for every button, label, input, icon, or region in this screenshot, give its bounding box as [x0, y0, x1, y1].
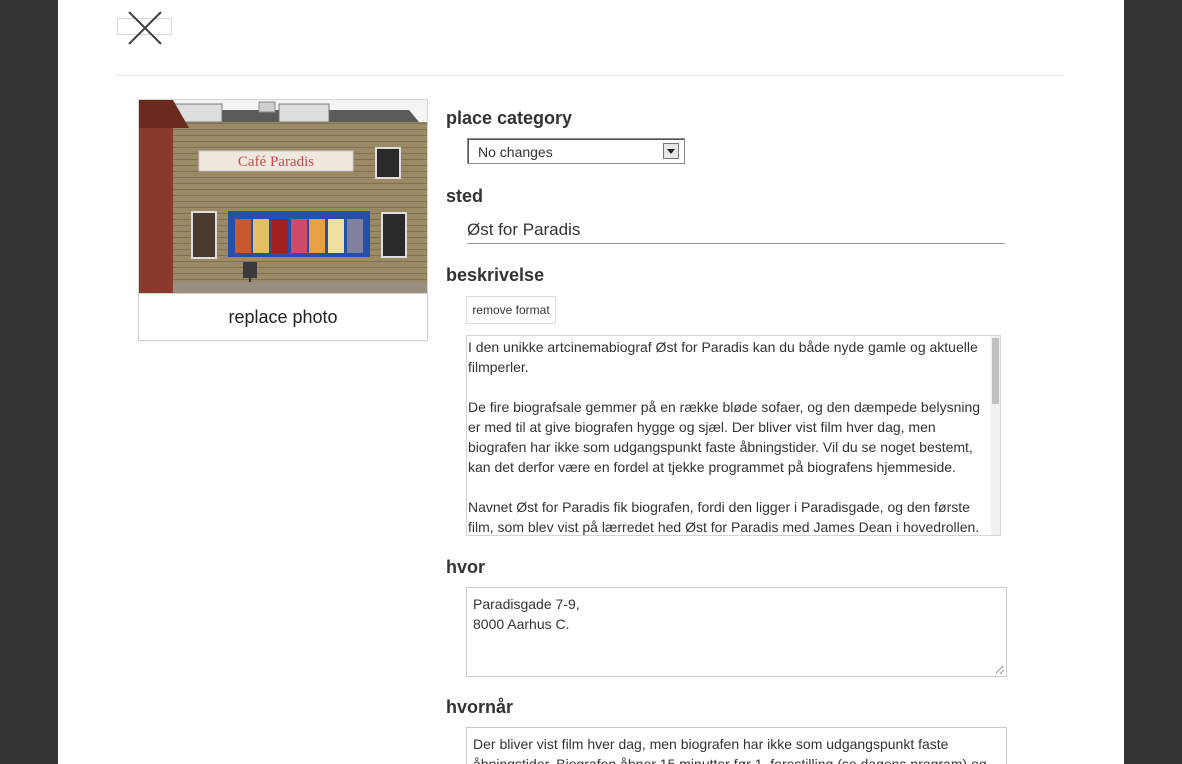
description-paragraph: De fire biografsale gemmer på en række b…	[468, 399, 981, 475]
hvor-label: hvor	[446, 557, 486, 577]
hvornaar-label: hvornår	[446, 697, 514, 717]
place-category-value: No changes	[478, 144, 553, 160]
hvor-line: Paradisgade 7-9,	[473, 596, 580, 612]
description-paragraph: Navnet Øst for Paradis fik biografen, fo…	[468, 499, 980, 535]
chevron-down-icon	[663, 143, 679, 159]
place-photo: Café Paradis	[139, 100, 427, 294]
hvor-textarea[interactable]: Paradisgade 7-9, 8000 Aarhus C.	[466, 587, 1007, 677]
description-editor[interactable]: I den unikke artcinemabiograf Øst for Pa…	[466, 335, 1001, 536]
description-scrollbar[interactable]	[991, 336, 1000, 535]
beskrivelse-label: beskrivelse	[446, 265, 545, 285]
edit-place-modal: Café Paradis replace photo place categor…	[58, 0, 1124, 764]
sted-input[interactable]: Øst for Paradis	[467, 216, 1005, 244]
scrollbar-thumb[interactable]	[992, 338, 999, 404]
replace-photo-button[interactable]: replace photo	[139, 294, 427, 340]
header-divider	[116, 75, 1064, 76]
photo-card: Café Paradis replace photo	[138, 99, 428, 341]
close-icon	[128, 11, 162, 45]
resize-grip-icon[interactable]	[996, 666, 1004, 674]
hvornaar-textarea[interactable]: Der bliver vist film hver dag, men biogr…	[466, 727, 1007, 764]
hvor-line: 8000 Aarhus C.	[473, 616, 570, 632]
close-button[interactable]	[117, 9, 173, 47]
hvornaar-line: åbningstider. Biografen åbner 15 minutte…	[473, 756, 987, 764]
hvornaar-line: Der bliver vist film hver dag, men biogr…	[473, 736, 949, 752]
sted-label: sted	[446, 186, 484, 206]
description-text: I den unikke artcinemabiograf Øst for Pa…	[468, 337, 990, 535]
photo-sign-text: Café Paradis	[238, 154, 314, 170]
place-category-select[interactable]: No changes	[467, 138, 685, 164]
description-paragraph: I den unikke artcinemabiograf Øst for Pa…	[468, 339, 978, 375]
place-category-label: place category	[446, 108, 573, 128]
remove-format-button[interactable]: remove format	[466, 296, 556, 324]
